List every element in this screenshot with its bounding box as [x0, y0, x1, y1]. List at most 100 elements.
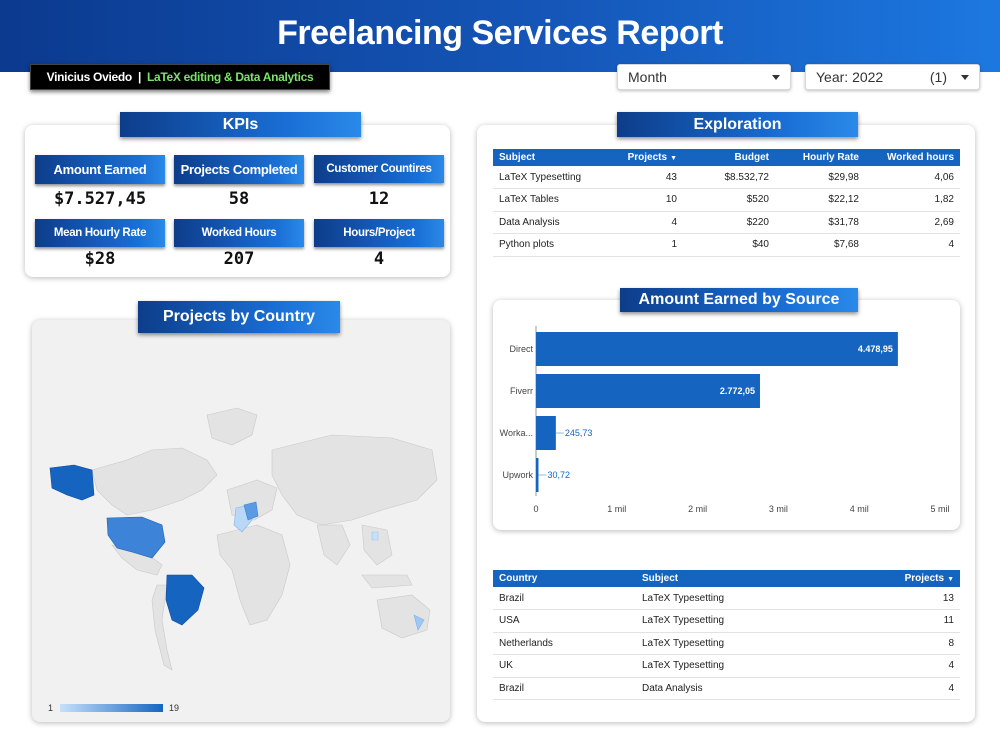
map-land-australia [376, 594, 431, 639]
kpi-label-amount-earned: Amount Earned [35, 155, 165, 184]
cell-country: Brazil [493, 677, 636, 700]
kpi-label-hours-per-project: Hours/Project [314, 219, 444, 247]
month-filter-label: Month [628, 69, 667, 85]
kpi-label-projects-completed: Projects Completed [174, 155, 304, 184]
map-legend-min: 1 [48, 703, 54, 713]
map-section-title: Projects by Country [138, 301, 340, 333]
cell-projects: 11 [836, 609, 960, 633]
chart-data-label: 30,72 [547, 470, 570, 480]
subject-table: Subject Projects ▼ Budget Hourly Rate Wor… [493, 149, 960, 257]
table-row[interactable]: LaTeX Typesetting 43 $8.532,72 $29,98 4,… [493, 166, 960, 189]
bar-chart-card: Direct 4.478,95 Fiverr 2.772,05 Worka... 245,… [493, 300, 960, 530]
chart-bar[interactable] [536, 416, 556, 450]
chart-data-label: 4.478,95 [858, 344, 893, 354]
table-row[interactable]: LaTeX Tables 10 $520 $22,12 1,82 [493, 188, 960, 212]
cell-subject: Data Analysis [636, 677, 836, 700]
cell-country: Netherlands [493, 632, 636, 655]
col-header-worked-hours[interactable]: Worked hours [865, 149, 960, 166]
table-row[interactable]: Data Analysis 4 $220 $31,78 2,69 [493, 211, 960, 234]
author-separator: | [137, 70, 141, 84]
col-header-subject[interactable]: Subject [493, 149, 613, 166]
author-name: Vinicius Oviedo [46, 70, 133, 84]
col-header-projects-label: Projects [904, 573, 945, 584]
report-title: Freelancing Services Report [277, 14, 723, 52]
chart-bar[interactable] [536, 458, 539, 492]
col-header-subject[interactable]: Subject [636, 570, 836, 587]
chart-x-tick-label: 4 mil [850, 504, 869, 514]
col-header-projects[interactable]: Projects ▼ [836, 570, 960, 587]
chart-category-label: Upwork [502, 470, 533, 480]
table-row[interactable]: Brazil LaTeX Typesetting 13 [493, 587, 960, 610]
cell-subject: LaTeX Typesetting [636, 632, 836, 655]
kpi-section-title: KPIs [120, 112, 361, 137]
col-header-projects[interactable]: Projects ▼ [613, 149, 683, 166]
map-country-brazil[interactable] [165, 574, 205, 626]
map-land-indonesia [361, 574, 413, 589]
map-land-southeast-asia [361, 524, 393, 566]
cell-budget: $520 [683, 188, 775, 212]
year-filter-dropdown[interactable]: Year: 2022 (1) [805, 64, 980, 90]
col-header-country[interactable]: Country [493, 570, 636, 587]
map-card [32, 320, 450, 722]
map-land-asia [271, 434, 438, 526]
kpi-value-projects-completed: 58 [228, 189, 250, 209]
cell-subject: LaTeX Typesetting [636, 587, 836, 610]
cell-subject: LaTeX Typesetting [493, 166, 613, 189]
cell-worked-hours: 2,69 [865, 211, 960, 234]
chart-category-label: Direct [509, 344, 533, 354]
cell-projects: 4 [836, 654, 960, 678]
kpi-label-mean-hourly-rate: Mean Hourly Rate [35, 219, 165, 247]
cell-subject: Data Analysis [493, 211, 613, 234]
cell-hourly-rate: $31,78 [775, 211, 865, 234]
cell-hourly-rate: $29,98 [775, 166, 865, 189]
map-legend-gradient [60, 704, 163, 712]
cell-budget: $8.532,72 [683, 166, 775, 189]
chart-category-label: Fiverr [510, 386, 533, 396]
cell-worked-hours: 4,06 [865, 166, 960, 189]
cell-hourly-rate: $22,12 [775, 188, 865, 212]
table-row[interactable]: UK LaTeX Typesetting 4 [493, 654, 960, 678]
map-country-usa[interactable] [106, 516, 166, 559]
table-row[interactable]: Python plots 1 $40 $7,68 4 [493, 233, 960, 257]
month-filter-dropdown[interactable]: Month [617, 64, 791, 90]
cell-projects: 10 [613, 188, 683, 212]
chart-bar[interactable] [536, 332, 898, 366]
kpi-label-worked-hours: Worked Hours [174, 219, 304, 247]
map-land-africa [216, 524, 291, 626]
map-land-greenland [206, 407, 258, 446]
col-header-hourly-rate[interactable]: Hourly Rate [775, 149, 865, 166]
report-header: Freelancing Services Report [0, 0, 1000, 72]
kpi-value-worked-hours: 207 [223, 249, 255, 269]
chart-x-tick-label: 2 mil [688, 504, 707, 514]
kpi-value-amount-earned: $7.527,45 [53, 189, 147, 209]
cell-projects: 1 [613, 233, 683, 257]
map-country-other[interactable] [371, 531, 379, 541]
kpi-value-mean-hourly-rate: $28 [84, 249, 116, 269]
sort-desc-icon: ▼ [670, 155, 677, 162]
cell-subject: Python plots [493, 233, 613, 257]
cell-projects: 13 [836, 587, 960, 610]
chart-data-label: 245,73 [565, 428, 593, 438]
cell-worked-hours: 1,82 [865, 188, 960, 212]
col-header-budget[interactable]: Budget [683, 149, 775, 166]
author-badge: Vinicius Oviedo | LaTeX editing & Data A… [30, 64, 330, 90]
kpi-value-hours-per-project: 4 [373, 249, 385, 269]
sort-desc-icon: ▼ [947, 576, 954, 583]
cell-subject: LaTeX Typesetting [636, 654, 836, 678]
chart-category-label: Worka... [500, 428, 533, 438]
cell-budget: $220 [683, 211, 775, 234]
cell-projects: 4 [836, 677, 960, 700]
cell-country: USA [493, 609, 636, 633]
year-filter-label: Year: 2022 [816, 69, 884, 85]
world-map[interactable] [32, 320, 450, 722]
chart-x-tick-label: 0 [533, 504, 538, 514]
cell-country: Brazil [493, 587, 636, 610]
table-row[interactable]: USA LaTeX Typesetting 11 [493, 609, 960, 633]
map-country-usa-alaska[interactable] [49, 464, 95, 501]
table-row[interactable]: Brazil Data Analysis 4 [493, 677, 960, 700]
cell-subject: LaTeX Typesetting [636, 609, 836, 633]
col-header-projects-label: Projects [627, 152, 668, 163]
table-row[interactable]: Netherlands LaTeX Typesetting 8 [493, 632, 960, 655]
cell-hourly-rate: $7,68 [775, 233, 865, 257]
author-tagline: LaTeX editing & Data Analytics [147, 70, 314, 84]
